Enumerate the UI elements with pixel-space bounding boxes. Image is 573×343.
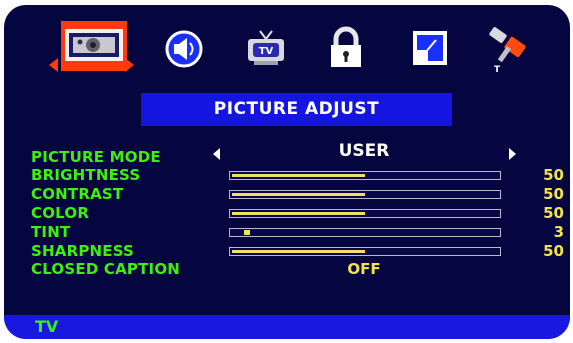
input-source-label: TV — [35, 317, 59, 336]
sharpness-slider-fill — [232, 250, 365, 253]
tab-tv[interactable]: TV — [244, 19, 300, 75]
lock-icon — [331, 26, 361, 67]
brightness-value: 50 — [543, 166, 564, 184]
color-value: 50 — [543, 204, 564, 222]
closed-caption-value[interactable]: OFF — [314, 261, 414, 277]
selection-left-arrow-icon — [49, 58, 58, 72]
brightness-label: BRIGHTNESS — [31, 166, 141, 184]
contrast-slider[interactable] — [229, 190, 501, 199]
picture-mode-value[interactable]: USER — [314, 141, 414, 161]
sharpness-value: 50 — [543, 242, 564, 260]
brightness-slider-fill — [232, 174, 365, 177]
tint-label: TINT — [31, 223, 71, 241]
contrast-slider-fill — [232, 193, 365, 196]
footer-bar: TV — [4, 315, 570, 339]
tab-picture[interactable] — [59, 19, 127, 75]
color-slider-fill — [232, 212, 365, 215]
menu-title: PICTURE ADJUST — [141, 93, 452, 126]
tab-pip[interactable] — [410, 19, 466, 75]
picture-mode-right-arrow-icon[interactable] — [509, 148, 516, 160]
tab-lock[interactable] — [326, 19, 382, 75]
svg-text:T: T — [494, 65, 501, 74]
contrast-value: 50 — [543, 185, 564, 203]
pip-icon — [413, 31, 447, 65]
tools-icon: T — [489, 27, 526, 74]
closed-caption-label: CLOSED CAPTION — [31, 260, 181, 278]
brightness-slider[interactable] — [229, 171, 501, 180]
tint-slider-fill — [244, 230, 250, 235]
tab-sound[interactable] — [164, 19, 220, 75]
tab-setup[interactable]: T — [484, 19, 540, 75]
tv-icon-text: TV — [259, 46, 274, 57]
sharpness-slider[interactable] — [229, 247, 501, 256]
color-label: COLOR — [31, 204, 90, 222]
osd-menu: TV T PICTURE ADJUST PICTURE MODE USER BR… — [4, 5, 570, 339]
picture-mode-label: PICTURE MODE — [31, 148, 161, 166]
selection-right-arrow-icon — [125, 58, 134, 72]
contrast-label: CONTRAST — [31, 185, 124, 203]
tint-value: 3 — [553, 223, 564, 241]
speaker-icon — [165, 30, 203, 68]
tint-slider[interactable] — [229, 228, 501, 237]
picture-mode-left-arrow-icon[interactable] — [213, 148, 220, 160]
sharpness-label: SHARPNESS — [31, 242, 135, 260]
tv-icon: TV — [248, 30, 284, 65]
color-slider[interactable] — [229, 209, 501, 218]
picture-icon — [61, 21, 127, 71]
